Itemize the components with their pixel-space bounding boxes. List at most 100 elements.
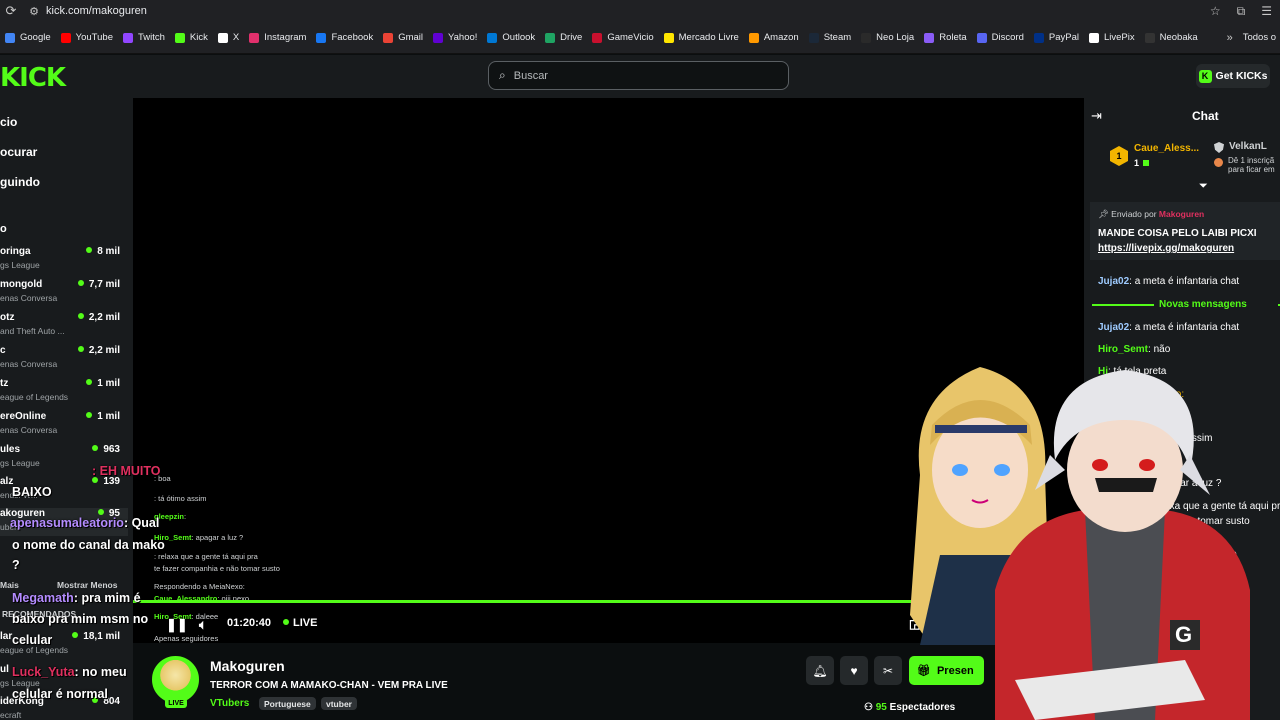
site-info-icon[interactable]: ⚙ [22, 5, 46, 18]
overlay-chat-text: : [184, 512, 187, 521]
kick-logo[interactable]: KICK [0, 63, 66, 93]
stream-time: 01:20:40 [227, 617, 272, 629]
live-dot-icon [283, 619, 289, 625]
show-more-button[interactable]: Mais [0, 580, 19, 590]
bookmark-item[interactable]: Drive [540, 32, 587, 43]
gift-sub-button[interactable]: 🎁︎ Presen [909, 656, 984, 685]
stream-tag[interactable]: vtuber [321, 697, 357, 710]
bookmark-item[interactable]: Steam [804, 32, 856, 43]
follow-heart-icon[interactable]: ♥ [840, 656, 868, 685]
pause-icon[interactable]: ❚❚ [166, 617, 188, 633]
channel-category: eague of Legends [0, 392, 69, 402]
placeholder-avatar-icon [1214, 158, 1223, 167]
sidebar-channel[interactable]: ereOnline enas Conversa 1 mil [0, 411, 128, 439]
sidebar-channel[interactable]: c enas Conversa 2,2 mil [0, 345, 128, 373]
stream-tag[interactable]: Portuguese [259, 697, 316, 710]
sidebar-channel[interactable]: oringa gs League 8 mil [0, 246, 128, 274]
bookmark-item[interactable]: Twitch [118, 32, 170, 43]
second-gifter-name[interactable]: VelkanL [1229, 141, 1267, 152]
clip-icon[interactable]: ✂ [874, 656, 902, 685]
bookmark-item[interactable]: Kick [170, 32, 213, 43]
sidebar-nav-following[interactable]: guindo [0, 175, 40, 189]
all-bookmarks-folder[interactable]: Todos o [1243, 32, 1280, 43]
search-icon: ⌕ [499, 68, 506, 82]
bookmark-item[interactable]: Neo Loja [856, 32, 919, 43]
bookmark-label: GameVicio [607, 32, 654, 43]
stream-category[interactable]: VTubers [210, 698, 249, 709]
channel-name: mongold [0, 279, 43, 290]
bookmark-item[interactable]: GameVicio [587, 32, 658, 43]
chat-username[interactable]: Juja02 [1098, 276, 1129, 287]
stream-title: TERROR COM A MAMAKO-CHAN - VEM PRA LIVE [210, 680, 448, 691]
chat-username[interactable]: Juja02 [1098, 322, 1129, 333]
sidebar-nav-browse[interactable]: ocurar [0, 145, 37, 159]
spectators-number: 95 [875, 702, 887, 713]
streamer-avatar[interactable] [152, 656, 199, 703]
bookmark-item[interactable]: X [213, 32, 244, 43]
streamer-name[interactable]: Makoguren [210, 658, 285, 674]
big-overlay-text: : no meu [74, 665, 127, 679]
extensions-icon[interactable]: ⧉ [1237, 4, 1246, 19]
bookmark-item[interactable]: Discord [972, 32, 1029, 43]
chat-message[interactable]: Hiro_Semt: não [1098, 344, 1170, 355]
bookmarks-overflow-icon[interactable]: » [1217, 32, 1243, 44]
bookmark-item[interactable]: Roleta [919, 32, 971, 43]
spectator-count: ⚇ 95 Espectadores [864, 702, 955, 713]
channel-category: enas Conversa [0, 359, 58, 369]
chat-title: Chat [1192, 109, 1219, 123]
bookmark-favicon-icon [316, 32, 327, 43]
sidebar-nav-home[interactable]: cio [0, 115, 17, 129]
big-overlay-text: o nome do canal da mako [12, 538, 165, 552]
channel-viewers: 963 [92, 444, 120, 455]
big-overlay-text: BAIXO [12, 485, 52, 499]
bookmark-favicon-icon [174, 32, 185, 43]
menu-icon[interactable]: ☰ [1261, 4, 1272, 19]
chat-message[interactable]: Juja02: a meta é infantaria chat [1098, 322, 1239, 333]
sidebar: cio ocurar guindo o oringa gs League 8 mil… [0, 98, 133, 720]
bookmark-item[interactable]: Instagram [244, 32, 311, 43]
volume-icon[interactable]: 🔈︎ [199, 617, 207, 633]
pin-icon: 📌︎ [1098, 209, 1112, 219]
bookmark-item[interactable]: Amazon [744, 32, 804, 43]
top-gifter-name[interactable]: Caue_Aless... [1134, 143, 1199, 154]
vtuber-whitehair-avatar: G [995, 370, 1250, 720]
address-field[interactable]: kick.com/makoguren [46, 5, 1210, 17]
bookmark-favicon-icon [487, 32, 498, 43]
bookmark-item[interactable]: YouTube [56, 32, 118, 43]
bookmark-item[interactable]: Gmail [378, 32, 428, 43]
sidebar-channel[interactable]: mongold enas Conversa 7,7 mil [0, 279, 128, 307]
channel-viewers: 1 mil [86, 411, 120, 422]
bookmark-favicon-icon [60, 32, 71, 43]
bookmark-item[interactable]: LivePix [1084, 32, 1140, 43]
channel-name: otz [0, 312, 15, 323]
bookmark-label: Yahoo! [448, 32, 478, 43]
bookmark-item[interactable]: Outlook [482, 32, 540, 43]
big-overlay-text: ? [12, 558, 20, 572]
show-less-button[interactable]: Mostrar Menos [57, 580, 117, 590]
chat-message[interactable]: Juja02: a meta é infantaria chat [1098, 276, 1239, 287]
bookmark-star-icon[interactable]: ☆ [1210, 4, 1221, 19]
reload-icon[interactable]: ⟳ [0, 3, 22, 19]
bookmark-item[interactable]: PayPal [1029, 32, 1084, 43]
notification-bell-icon[interactable]: 🔔︎ [806, 656, 834, 685]
channel-name: ereOnline [0, 411, 47, 422]
big-overlay-user: Luck_Yuta [12, 665, 75, 679]
expand-leaderboard-icon[interactable]: ⏷ [1199, 180, 1208, 193]
gift-note-line: Dê 1 inscriçã [1228, 156, 1275, 165]
bookmark-item[interactable]: Yahoo! [428, 32, 482, 43]
collapse-chat-icon[interactable]: ⇥ [1091, 108, 1102, 124]
sidebar-channel[interactable]: tz eague of Legends 1 mil [0, 378, 128, 406]
sidebar-channel[interactable]: otz and Theft Auto ... 2,2 mil [0, 312, 128, 340]
new-messages-divider[interactable]: Novas mensagens [1092, 299, 1280, 311]
bookmark-item[interactable]: Mercado Livre [659, 32, 744, 43]
video-progress-bar[interactable] [133, 600, 978, 603]
bookmark-item[interactable]: Facebook [311, 32, 378, 43]
bookmark-item[interactable]: Neobaka [1140, 32, 1203, 43]
chat-username[interactable]: Hiro_Semt [1098, 344, 1148, 355]
big-overlay-line: apenasumaleatorio: Qual [10, 516, 159, 530]
search-box[interactable]: ⌕ [488, 61, 789, 90]
pinned-link[interactable]: https://livepix.gg/makoguren [1098, 243, 1234, 254]
get-kicks-button[interactable]: K Get KICKs [1196, 64, 1270, 88]
bookmark-item[interactable]: Google [0, 32, 56, 43]
search-input[interactable] [513, 69, 764, 82]
